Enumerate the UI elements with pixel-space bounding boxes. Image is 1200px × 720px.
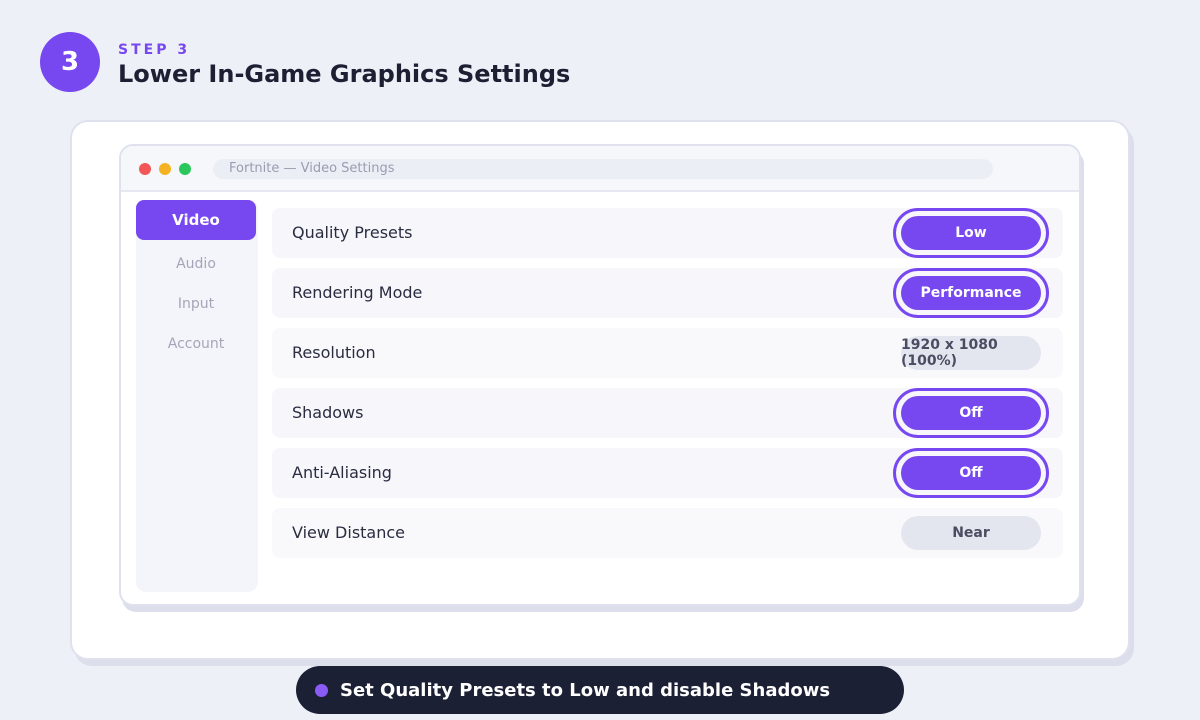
instruction-caption: Set Quality Presets to Low and disable S… — [296, 666, 904, 714]
quality-presets-select[interactable]: Low — [893, 208, 1049, 258]
setting-label: Quality Presets — [292, 223, 413, 242]
setting-row-anti-aliasing: Anti-Aliasing Off — [272, 448, 1063, 498]
caption-text: Set Quality Presets to Low and disable S… — [340, 679, 831, 701]
step-title: Lower In-Game Graphics Settings — [118, 60, 571, 88]
setting-row-view-distance: View Distance Near — [272, 508, 1063, 558]
setting-row-shadows: Shadows Off — [272, 388, 1063, 438]
sidebar-item-input[interactable]: Input — [136, 284, 256, 324]
sidebar-item-video[interactable]: Video — [136, 200, 256, 240]
view-distance-select[interactable]: Near — [901, 516, 1041, 550]
rendering-mode-select[interactable]: Performance — [893, 268, 1049, 318]
step-label: STEP 3 — [118, 42, 191, 58]
stage: 3 STEP 3 Lower In-Game Graphics Settings… — [0, 0, 1200, 720]
caption-bullet-icon — [315, 684, 328, 697]
settings-window: Fortnite — Video Settings Video Audio In… — [119, 144, 1081, 606]
sidebar-item-audio[interactable]: Audio — [136, 244, 256, 284]
setting-row-quality-presets: Quality Presets Low — [272, 208, 1063, 258]
maximize-window-button[interactable] — [179, 163, 191, 175]
sidebar-item-account[interactable]: Account — [136, 324, 256, 364]
resolution-select[interactable]: 1920 x 1080 (100%) — [901, 336, 1041, 370]
shadows-select[interactable]: Off — [893, 388, 1049, 438]
close-window-button[interactable] — [139, 163, 151, 175]
setting-label: Resolution — [292, 343, 376, 362]
anti-aliasing-select[interactable]: Off — [893, 448, 1049, 498]
setting-row-rendering-mode: Rendering Mode Performance — [272, 268, 1063, 318]
step-number: 3 — [60, 47, 80, 77]
setting-label: Rendering Mode — [292, 283, 423, 302]
minimize-window-button[interactable] — [159, 163, 171, 175]
setting-row-resolution: Resolution 1920 x 1080 (100%) — [272, 328, 1063, 378]
step-number-badge: 3 — [40, 32, 100, 92]
setting-label: Shadows — [292, 403, 364, 422]
setting-label: View Distance — [292, 523, 406, 542]
window-titlebar: Fortnite — Video Settings — [121, 146, 1079, 192]
setting-label: Anti-Aliasing — [292, 463, 392, 482]
window-address-bar: Fortnite — Video Settings — [213, 159, 993, 179]
settings-sidebar: Video Audio Input Account — [136, 200, 258, 592]
